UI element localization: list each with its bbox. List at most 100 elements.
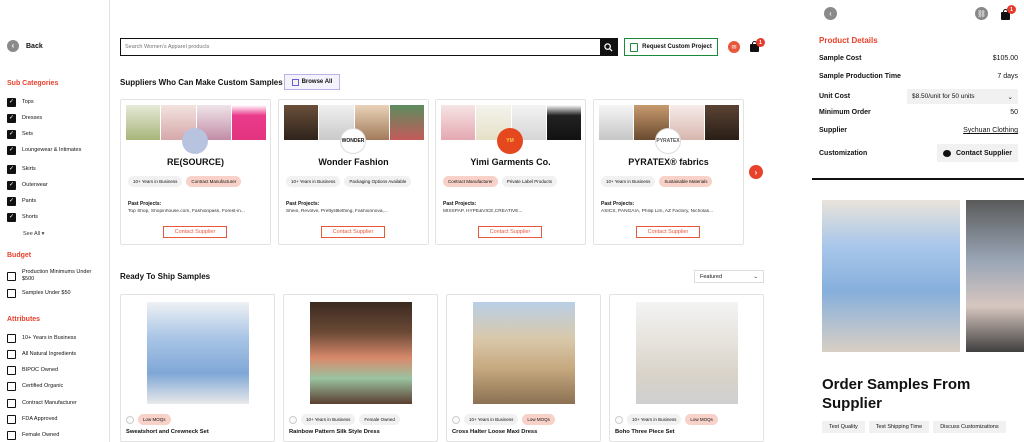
checkbox-empty-icon[interactable] <box>7 415 16 424</box>
product-secondary-image[interactable] <box>966 200 1024 352</box>
checkbox-empty-icon[interactable] <box>7 350 16 359</box>
filter-shorts[interactable]: ✓ Shorts <box>7 213 38 222</box>
product-card[interactable]: 10+ Years in Business Low MOQs Boho Thre… <box>609 294 764 442</box>
panel-cart-button[interactable]: 1 <box>1001 5 1016 20</box>
supplier-mini-logo <box>452 415 460 424</box>
checkbox-empty-icon[interactable] <box>7 382 16 391</box>
panel-contact-supplier-button[interactable]: Contact Supplier <box>936 144 1018 162</box>
product-card[interactable]: 10+ Years in Business Low MOQs Cross Hal… <box>446 294 601 442</box>
filter-sidebar: ‹ Back Sub Categories ✓ Tops ✓ Dresses ✓ Se… <box>0 0 110 442</box>
product-card[interactable]: Low MOQs Sweatshort and Crewneck Set <box>120 294 275 442</box>
contact-supplier-button[interactable]: Contact Supplier <box>163 226 227 238</box>
carousel-next-button[interactable]: › <box>749 165 763 179</box>
filter-10-years[interactable]: 10+ Years in Business <box>7 334 76 343</box>
filter-all-natural[interactable]: All Natural Ingredients <box>7 350 76 359</box>
checkbox-empty-icon[interactable] <box>7 271 16 281</box>
tag: 10+ Years in Business <box>627 414 682 425</box>
panel-back-button[interactable]: ‹ <box>824 7 837 20</box>
checkbox-empty-icon[interactable] <box>7 366 16 375</box>
tag: Low MOQs <box>138 414 171 425</box>
contact-supplier-button[interactable]: Contact Supplier <box>636 226 700 238</box>
cart-button[interactable]: 1 <box>750 38 765 52</box>
past-projects-label: Past Projects: <box>601 201 635 207</box>
sample-cost-value: $105.00 <box>992 55 1018 62</box>
filter-outerwear[interactable]: ✓ Outerwear <box>7 181 48 190</box>
filter-tops[interactable]: ✓ Tops <box>7 98 34 107</box>
product-details-panel: ‹ ⛓ 1 Product Details Sample Cost $105.0… <box>812 0 1024 442</box>
product-image <box>636 302 738 404</box>
contact-supplier-button[interactable]: Contact Supplier <box>478 226 542 238</box>
link-icon[interactable]: ⛓ <box>975 7 988 20</box>
back-button[interactable]: ‹ Back <box>7 40 43 52</box>
filter-skirts[interactable]: ✓ Skirts <box>7 165 36 174</box>
supplier-card[interactable]: YM Yimi Garments Co. Contract Manufactur… <box>435 99 586 245</box>
checkbox-checked-icon[interactable]: ✓ <box>7 213 16 222</box>
budget-title: Budget <box>7 252 32 259</box>
unit-cost-row: Unit Cost $8.50/unit for 50 units ⌄ <box>819 89 1018 104</box>
supplier-link[interactable]: Sychuan Clothing <box>963 127 1018 134</box>
filter-production-minimums[interactable]: Production Minimums Under $500 <box>7 269 102 283</box>
suppliers-section-title: Suppliers Who Can Make Custom Samples <box>120 78 283 87</box>
product-main-image[interactable] <box>822 200 960 352</box>
search-button[interactable] <box>600 39 617 55</box>
supplier-name: Wonder Fashion <box>318 157 389 167</box>
chevron-left-icon: ‹ <box>7 40 19 52</box>
contact-supplier-button[interactable]: Contact Supplier <box>321 226 385 238</box>
checkbox-checked-icon[interactable]: ✓ <box>7 114 16 123</box>
checkbox-checked-icon[interactable]: ✓ <box>7 181 16 190</box>
search-bar <box>120 38 618 56</box>
unit-cost-select[interactable]: $8.50/unit for 50 units ⌄ <box>907 89 1018 104</box>
cart-count-badge: 1 <box>1007 5 1016 14</box>
chevron-down-icon: ⌄ <box>753 273 758 280</box>
product-image <box>147 302 249 404</box>
filter-pants[interactable]: ✓ Pants <box>7 197 36 206</box>
product-card[interactable]: 10+ Years in Business Female Owned Rainb… <box>283 294 438 442</box>
checkbox-empty-icon[interactable] <box>7 399 16 408</box>
supplier-card[interactable]: PYRATEX PYRATEX® fabrics 10+ Years in Bu… <box>593 99 744 245</box>
supplier-name: Yimi Garments Co. <box>470 157 551 167</box>
product-name: Rainbow Pattern Silk Style Dress <box>289 429 380 435</box>
past-projects-label: Past Projects: <box>128 201 162 207</box>
divider <box>812 178 1024 180</box>
filter-dresses[interactable]: ✓ Dresses <box>7 114 42 123</box>
sample-cost-row: Sample Cost $105.00 <box>819 55 1018 62</box>
production-time-value: 7 days <box>997 73 1018 80</box>
sort-select[interactable]: Featured ⌄ <box>694 270 764 283</box>
filter-female-owned[interactable]: Female Owned <box>7 431 59 440</box>
checkbox-empty-icon[interactable] <box>7 431 16 440</box>
filter-contract-manufacturer[interactable]: Contract Manufacturer <box>7 399 77 408</box>
request-custom-project-button[interactable]: Request Custom Project <box>624 38 718 56</box>
messages-icon[interactable]: ✉ <box>728 41 740 53</box>
filter-fda-approved[interactable]: FDA Approved <box>7 415 57 424</box>
filter-bipoc-owned[interactable]: BIPOC Owned <box>7 366 58 375</box>
product-name: Sweatshort and Crewneck Set <box>126 429 209 435</box>
filter-certified-organic[interactable]: Certified Organic <box>7 382 63 391</box>
search-input[interactable] <box>121 39 600 55</box>
chevron-down-icon: ▾ <box>41 231 45 237</box>
checkbox-checked-icon[interactable]: ✓ <box>7 165 16 174</box>
tag: 10+ Years in Business <box>464 414 519 425</box>
supplier-row: Supplier Sychuan Clothing <box>819 127 1018 134</box>
product-name: Cross Halter Loose Maxi Dress <box>452 429 538 435</box>
checkbox-empty-icon[interactable] <box>7 334 16 343</box>
supplier-card[interactable]: WONDER Wonder Fashion 10+ Years in Busin… <box>278 99 429 245</box>
clipboard-icon <box>630 42 639 52</box>
supplier-card[interactable]: RE(SOURCE) 10+ Years in Business Contrac… <box>120 99 271 245</box>
checkbox-checked-icon[interactable]: ✓ <box>7 146 16 155</box>
see-all-link[interactable]: See All ▾ <box>23 231 44 237</box>
filter-sets[interactable]: ✓ Sets <box>7 130 33 139</box>
filter-samples-under-50[interactable]: Samples Under $50 <box>7 289 71 298</box>
checkbox-checked-icon[interactable]: ✓ <box>7 98 16 107</box>
supplier-mini-logo <box>289 415 297 424</box>
filter-loungewear[interactable]: ✓ Loungewear & Intimates <box>7 146 102 155</box>
tag: 10+ Years in Business <box>601 176 656 187</box>
browse-all-button[interactable]: Browse All <box>284 74 340 90</box>
checkbox-checked-icon[interactable]: ✓ <box>7 197 16 206</box>
tag: Contract Manufacturer <box>186 176 242 187</box>
order-samples-heading: Order Samples From Supplier <box>822 376 971 412</box>
chat-icon <box>942 149 951 157</box>
minimum-order-row: Minimum Order 50 <box>819 109 1018 116</box>
supplier-name: RE(SOURCE) <box>166 157 224 167</box>
checkbox-checked-icon[interactable]: ✓ <box>7 130 16 139</box>
checkbox-empty-icon[interactable] <box>7 289 16 298</box>
